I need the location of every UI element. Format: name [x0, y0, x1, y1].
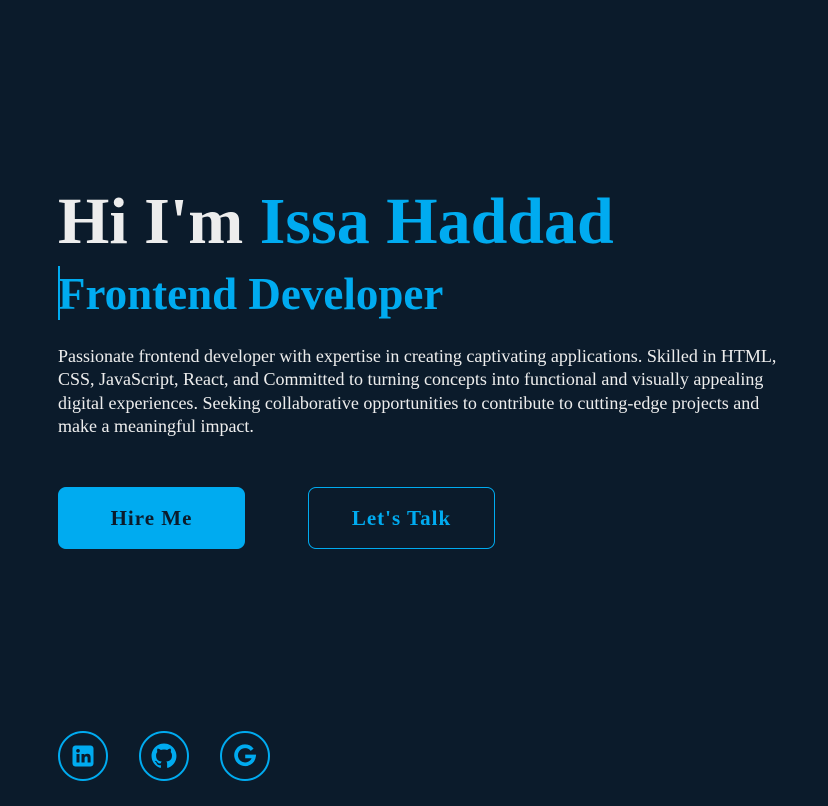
social-links — [58, 731, 270, 781]
developer-name: Issa Haddad — [259, 185, 614, 258]
linkedin-link[interactable] — [58, 731, 108, 781]
github-link[interactable] — [139, 731, 189, 781]
hire-me-button[interactable]: Hire Me — [58, 487, 245, 549]
greeting-heading: Hi I'm Issa Haddad — [58, 184, 614, 260]
google-icon — [234, 744, 257, 767]
lets-talk-button[interactable]: Let's Talk — [308, 487, 495, 549]
google-link[interactable] — [220, 731, 270, 781]
greeting-prefix: Hi I'm — [58, 185, 260, 258]
github-icon — [151, 743, 177, 768]
bio-paragraph: Passionate frontend developer with exper… — [58, 346, 777, 436]
linkedin-icon — [72, 745, 94, 767]
role-title: Frontend Developer — [58, 269, 444, 319]
